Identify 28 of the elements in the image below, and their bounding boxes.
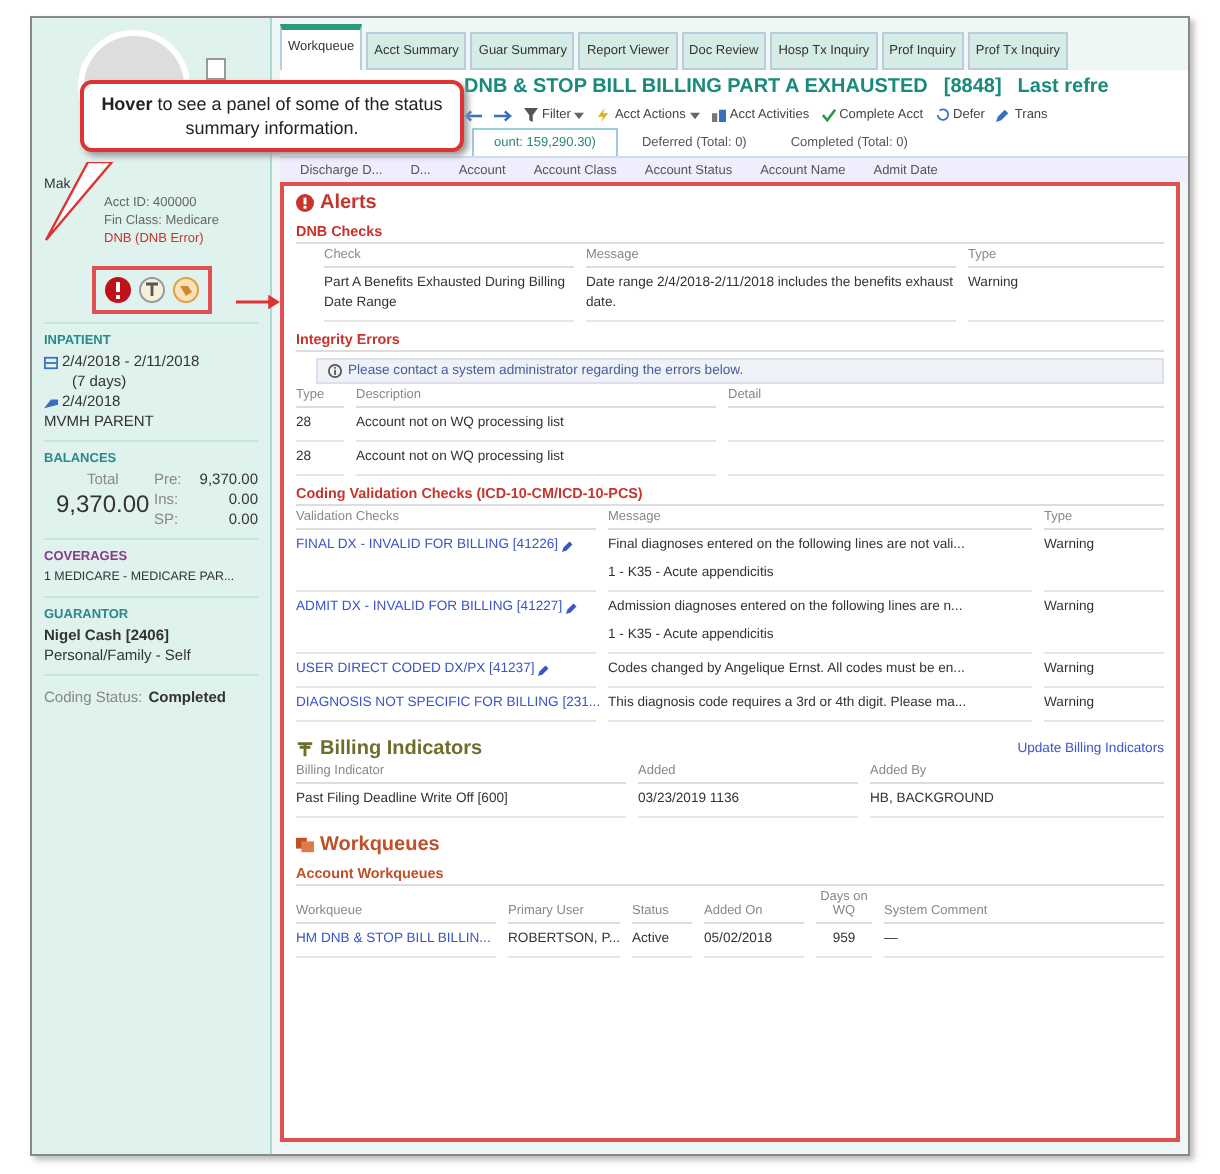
- caret-icon: [574, 111, 585, 119]
- forward-arrow-icon[interactable]: [494, 109, 512, 121]
- hover-callout: Hover to see a panel of some of the status summary information.: [80, 80, 464, 152]
- total-balance: 9,370.00: [56, 490, 150, 518]
- filter-icon: [524, 108, 538, 122]
- panel-heading: Alerts: [320, 192, 377, 214]
- pencil-icon[interactable]: [562, 540, 575, 552]
- bar-chart-icon: [711, 108, 726, 122]
- checkmark-icon: [821, 108, 836, 122]
- bed-icon: [44, 355, 58, 369]
- workqueue-icon: [296, 836, 314, 854]
- panel-heading: Workqueues: [320, 834, 440, 856]
- pencil-icon[interactable]: [566, 602, 579, 614]
- pencil-icon[interactable]: [538, 664, 551, 676]
- back-arrow-icon[interactable]: [464, 109, 482, 121]
- lightning-icon: [596, 108, 611, 122]
- info-icon: [328, 364, 342, 378]
- discharge-icon: [44, 395, 58, 409]
- last-refresh: Last refre: [1017, 76, 1109, 98]
- workqueue-title: DNB & STOP BILL BILLING PART A EXHAUSTED: [464, 76, 928, 98]
- document-icon[interactable]: [205, 58, 225, 80]
- callout-arrow: [236, 292, 280, 312]
- pencil-icon: [996, 108, 1011, 122]
- alert-icon[interactable]: [103, 276, 131, 304]
- panel-heading: Billing Indicators: [320, 738, 483, 760]
- alert-icon: [296, 194, 314, 212]
- caret-icon: [689, 111, 700, 119]
- workqueue-id: [8848]: [943, 76, 1002, 98]
